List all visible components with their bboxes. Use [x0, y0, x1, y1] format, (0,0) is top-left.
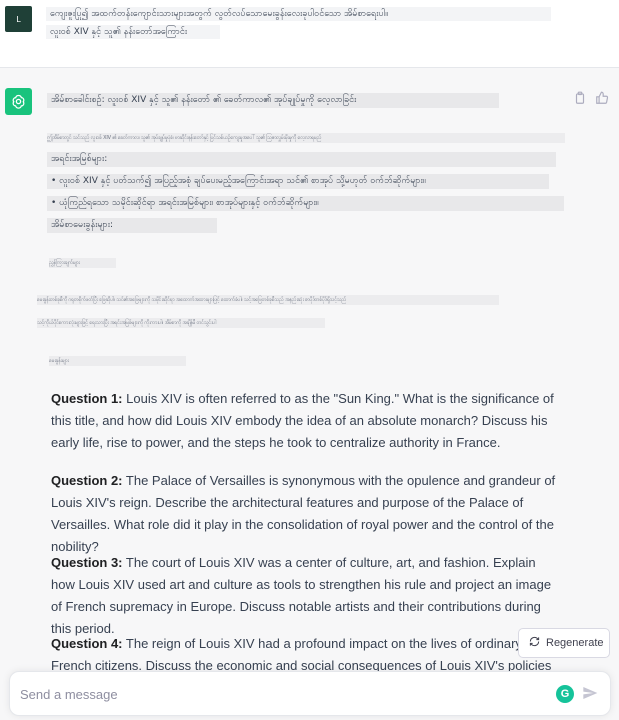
question-3: Question 3: The court of Louis XIV was a… [51, 552, 561, 640]
regenerate-button[interactable]: Regenerate [518, 628, 610, 658]
assistant-faint-line-4: သင့်ကိုယ်ပိုင်စကားလုံးများဖြင့် ရေးသားပြ… [37, 318, 325, 328]
refresh-icon [529, 636, 540, 650]
user-message-line-1: ကျေးဇူးပြု၍ အထက်တန်းကျောင်းသားများအတွက် … [46, 7, 551, 21]
assistant-faint-line-5: မေးခွန်းများ [49, 356, 186, 366]
assistant-faint-line-1: ဤအိမ်စာတွင် သင်သည် လူးဝစ် XIV ၏ ခေတ်ကာလ၊… [47, 133, 565, 143]
question-text: The court of Louis XIV was a center of c… [51, 555, 552, 636]
grammarly-icon[interactable]: G [556, 685, 574, 703]
user-avatar-letter: L [16, 14, 21, 24]
thumbs-up-icon[interactable] [595, 90, 609, 104]
user-message: L ကျေးဇူးပြု၍ အထက်တန်းကျောင်းသားများအတွက… [0, 0, 619, 68]
openai-logo-icon [5, 88, 32, 115]
copy-icon[interactable] [573, 90, 587, 104]
question-label: Question 2: [51, 473, 123, 488]
send-icon[interactable] [582, 685, 600, 703]
regenerate-label: Regenerate [546, 637, 604, 649]
question-text: The reign of Louis XIV had a profound im… [51, 636, 552, 673]
question-label: Question 3: [51, 555, 123, 570]
assistant-faint-line-3: မေးခွန်းတစ်ခုစီကို ဂရုတစိုက်ဖတ်ပြီး ဖြေဆ… [37, 295, 499, 305]
requirements-item-2: • ယုံကြည်ရသော သမိုင်းဆိုင်ရာ အရင်းအမြစ်မ… [47, 196, 564, 211]
assistant-intro: အိမ်စာခေါင်းစဉ်: လူးဝစ် XIV နှင့် သူ၏ နန… [47, 93, 499, 108]
question-label: Question 1: [51, 391, 123, 406]
question-text: Louis XIV is often referred to as the "S… [51, 391, 554, 450]
assistant-message: အိမ်စာခေါင်းစဉ်: လူးဝစ် XIV နှင့် သူ၏ နန… [0, 68, 619, 720]
user-message-line-2: လူးဝစ် XIV နှင့် သူ၏ နန်းတော်အကြောင်း [46, 25, 220, 39]
requirements-item-1: • လူးဝစ် XIV နှင့် ပတ်သက်၍ အပြည့်အစုံ ချ… [47, 174, 549, 189]
question-2: Question 2: The Palace of Versailles is … [51, 470, 561, 558]
user-avatar: L [5, 6, 32, 32]
requirements-title: အရင်းအမြစ်များ: [47, 152, 556, 167]
message-input[interactable] [20, 684, 540, 704]
question-text: The Palace of Versailles is synonymous w… [51, 473, 556, 554]
questions-heading: အိမ်စာမေးခွန်းများ: [47, 218, 217, 233]
assistant-faint-line-2: ညွှန်ကြားချက်များ [49, 258, 116, 268]
message-composer: G [9, 671, 611, 716]
question-label: Question 4: [51, 636, 123, 651]
question-1: Question 1: Louis XIV is often referred … [51, 388, 561, 454]
question-4: Question 4: The reign of Louis XIV had a… [51, 633, 561, 673]
